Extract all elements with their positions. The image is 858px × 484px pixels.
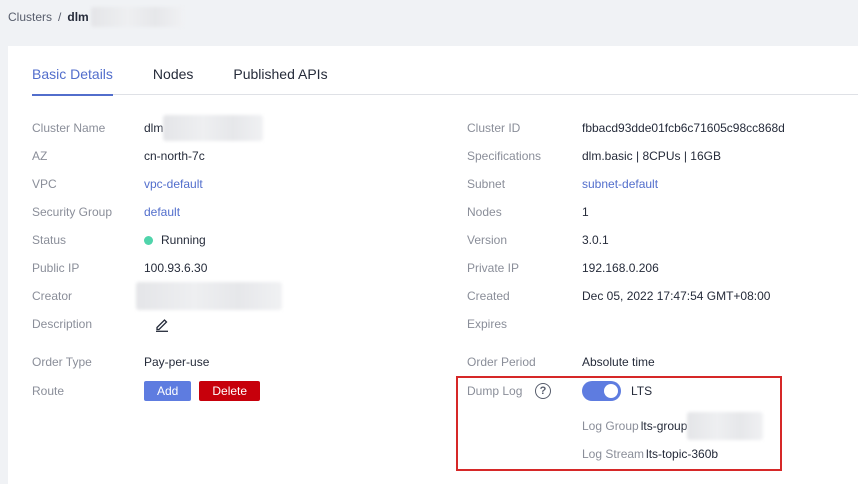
row-specifications: Specifications dlm.basic | 8CPUs | 16GB bbox=[467, 146, 721, 166]
cluster-id-label: Cluster ID bbox=[467, 121, 521, 135]
breadcrumb: Clusters / dlm bbox=[8, 7, 183, 27]
log-stream-label: Log Stream bbox=[582, 447, 645, 461]
order-type-label: Order Type bbox=[32, 355, 92, 369]
row-status: Status Running bbox=[32, 230, 206, 250]
redacted-creator bbox=[136, 282, 282, 310]
nodes-label: Nodes bbox=[467, 205, 502, 219]
breadcrumb-current: dlm bbox=[67, 10, 89, 24]
breadcrumb-clusters-link[interactable]: Clusters bbox=[8, 10, 52, 24]
tab-bar: Basic Details Nodes Published APIs bbox=[32, 46, 858, 96]
row-creator: Creator bbox=[32, 282, 282, 310]
row-cluster-id: Cluster ID fbbacd93dde01fcb6c71605c98cc8… bbox=[467, 118, 785, 138]
dump-log-toggle-text: LTS bbox=[631, 384, 653, 398]
tab-basic-details[interactable]: Basic Details bbox=[32, 46, 113, 96]
redacted-log-group bbox=[687, 412, 764, 440]
log-group-value: lts-group bbox=[640, 419, 688, 433]
expires-label: Expires bbox=[467, 317, 508, 331]
route-label: Route bbox=[32, 384, 65, 398]
row-created: Created Dec 05, 2022 17:47:54 GMT+08:00 bbox=[467, 286, 770, 306]
row-subnet: Subnet subnet-default bbox=[467, 174, 658, 194]
created-label: Created bbox=[467, 289, 510, 303]
help-circle-icon[interactable]: ? bbox=[535, 383, 551, 399]
status-value: Running bbox=[161, 233, 206, 247]
status-running-dot-icon bbox=[144, 235, 153, 245]
cluster-name-label: Cluster Name bbox=[32, 121, 106, 135]
row-route: Route Add Delete bbox=[32, 381, 261, 401]
order-period-value: Absolute time bbox=[582, 355, 655, 369]
tab-nodes[interactable]: Nodes bbox=[153, 46, 193, 95]
specifications-label: Specifications bbox=[467, 149, 542, 163]
add-route-button[interactable]: Add bbox=[144, 381, 192, 401]
created-value: Dec 05, 2022 17:47:54 GMT+08:00 bbox=[582, 289, 771, 303]
dump-log-label: Dump Log bbox=[467, 384, 523, 398]
status-label: Status bbox=[32, 233, 67, 247]
description-label: Description bbox=[32, 317, 93, 331]
row-private-ip: Private IP 192.168.0.206 bbox=[467, 258, 659, 278]
tab-published-apis[interactable]: Published APIs bbox=[233, 46, 327, 95]
toggle-knob bbox=[604, 384, 618, 398]
row-log-stream: Log Stream lts-topic-360b bbox=[582, 444, 718, 464]
vpc-link[interactable]: vpc-default bbox=[144, 177, 203, 191]
row-nodes: Nodes 1 bbox=[467, 202, 589, 222]
order-period-label: Order Period bbox=[467, 355, 536, 369]
edit-pencil-icon[interactable] bbox=[154, 316, 170, 332]
log-group-label: Log Group bbox=[582, 419, 639, 433]
security-group-link[interactable]: default bbox=[144, 205, 180, 219]
row-vpc: VPC vpc-default bbox=[32, 174, 203, 194]
redacted-name bbox=[90, 7, 183, 27]
az-label: AZ bbox=[32, 149, 48, 163]
row-az: AZ cn-north-7c bbox=[32, 146, 205, 166]
row-order-type: Order Type Pay-per-use bbox=[32, 352, 209, 372]
row-version: Version 3.0.1 bbox=[467, 230, 609, 250]
delete-route-button[interactable]: Delete bbox=[199, 381, 261, 401]
order-type-value: Pay-per-use bbox=[144, 355, 210, 369]
row-cluster-name: Cluster Name dlm bbox=[32, 115, 264, 141]
subnet-link[interactable]: subnet-default bbox=[582, 177, 658, 191]
vpc-label: VPC bbox=[32, 177, 57, 191]
breadcrumb-separator: / bbox=[58, 10, 62, 24]
az-value: cn-north-7c bbox=[144, 149, 205, 163]
subnet-label: Subnet bbox=[467, 177, 506, 191]
specifications-value: dlm.basic | 8CPUs | 16GB bbox=[582, 149, 721, 163]
creator-label: Creator bbox=[32, 289, 73, 303]
row-public-ip: Public IP 100.93.6.30 bbox=[32, 258, 207, 278]
dump-log-toggle[interactable] bbox=[582, 381, 621, 401]
row-expires: Expires bbox=[467, 314, 582, 334]
row-order-period: Order Period Absolute time bbox=[467, 352, 655, 372]
public-ip-value: 100.93.6.30 bbox=[144, 261, 208, 275]
details-card: Basic Details Nodes Published APIs Clust… bbox=[8, 46, 858, 484]
row-security-group: Security Group default bbox=[32, 202, 180, 222]
private-ip-value: 192.168.0.206 bbox=[582, 261, 659, 275]
row-dump-log: Dump Log ? LTS bbox=[467, 381, 652, 401]
log-stream-value: lts-topic-360b bbox=[646, 447, 719, 461]
public-ip-label: Public IP bbox=[32, 261, 80, 275]
private-ip-label: Private IP bbox=[467, 261, 520, 275]
security-group-label: Security Group bbox=[32, 205, 113, 219]
row-description: Description bbox=[32, 314, 170, 334]
nodes-value: 1 bbox=[582, 205, 589, 219]
cluster-id-value: fbbacd93dde01fcb6c71605c98cc868d bbox=[582, 121, 785, 135]
version-value: 3.0.1 bbox=[582, 233, 609, 247]
cluster-name-value: dlm bbox=[144, 121, 164, 135]
row-log-group: Log Group lts-group bbox=[582, 412, 764, 440]
redacted-cluster-name bbox=[163, 115, 264, 141]
version-label: Version bbox=[467, 233, 508, 247]
